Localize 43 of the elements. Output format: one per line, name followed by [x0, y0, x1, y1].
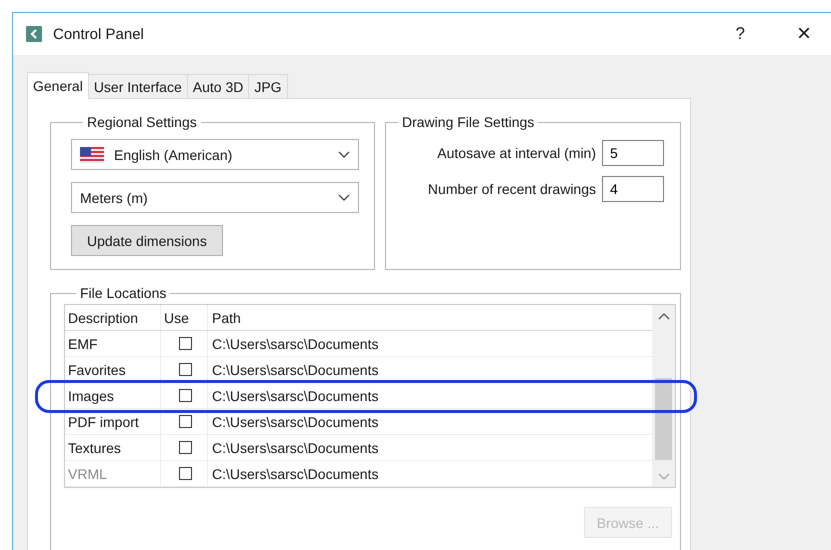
app-icon — [26, 26, 42, 42]
flag-icon — [80, 146, 104, 162]
scrollbar[interactable] — [652, 305, 675, 487]
tab[interactable]: General — [27, 72, 89, 99]
input-field[interactable]: 5 — [602, 140, 664, 166]
table-cell: PDF import — [65, 409, 161, 434]
tab[interactable]: JPG — [248, 74, 288, 98]
table-cell-text: C:\Users\sarsc\Documents — [211, 438, 380, 458]
table-cell-text: C:\Users\sarsc\Documents — [211, 334, 380, 354]
close-button[interactable]: × — [796, 20, 811, 48]
units-dropdown[interactable]: Meters (m) — [71, 182, 359, 213]
checkbox[interactable] — [179, 441, 192, 454]
group-title: Regional Settings — [86, 114, 198, 130]
chevron-down-icon — [338, 194, 350, 202]
table-cell: Images — [65, 383, 161, 408]
column-header[interactable]: Path — [208, 305, 652, 330]
table-cell-text: C:\Users\sarsc\Documents — [211, 360, 380, 380]
table-cell-text: C:\Users\sarsc\Documents — [211, 386, 380, 406]
field-label: Number of recent drawings — [428, 181, 596, 197]
chevron-up-icon — [658, 312, 670, 320]
field-label: Autosave at interval (min) — [437, 145, 596, 161]
table-cell: EMF — [65, 331, 161, 356]
table-cell-text: C:\Users\sarsc\Documents — [211, 464, 380, 484]
checkbox[interactable] — [179, 337, 192, 350]
table-cell-text: C:\Users\sarsc\Documents — [211, 412, 380, 432]
language-dropdown[interactable]: English (American) — [71, 139, 359, 170]
checkbox[interactable] — [179, 389, 192, 402]
update-dimensions-button[interactable]: Update dimensions — [71, 225, 223, 256]
table-cell: Favorites — [65, 357, 161, 382]
scrollbar-thumb[interactable] — [655, 378, 672, 460]
group-title: Drawing File Settings — [401, 114, 536, 130]
group-title: File Locations — [79, 285, 168, 301]
input-field[interactable]: 4 — [602, 176, 664, 202]
window-title: Control Panel — [53, 26, 144, 42]
chevron-down-icon — [658, 473, 670, 481]
help-button[interactable]: ? — [736, 24, 745, 44]
checkbox[interactable] — [179, 363, 192, 376]
table-cell: VRML — [65, 461, 161, 486]
column-header[interactable]: Description — [65, 305, 161, 330]
column-header[interactable]: Use — [161, 305, 208, 330]
checkbox[interactable] — [179, 415, 192, 428]
chevron-down-icon — [338, 150, 350, 158]
table-cell: Textures — [65, 435, 161, 460]
